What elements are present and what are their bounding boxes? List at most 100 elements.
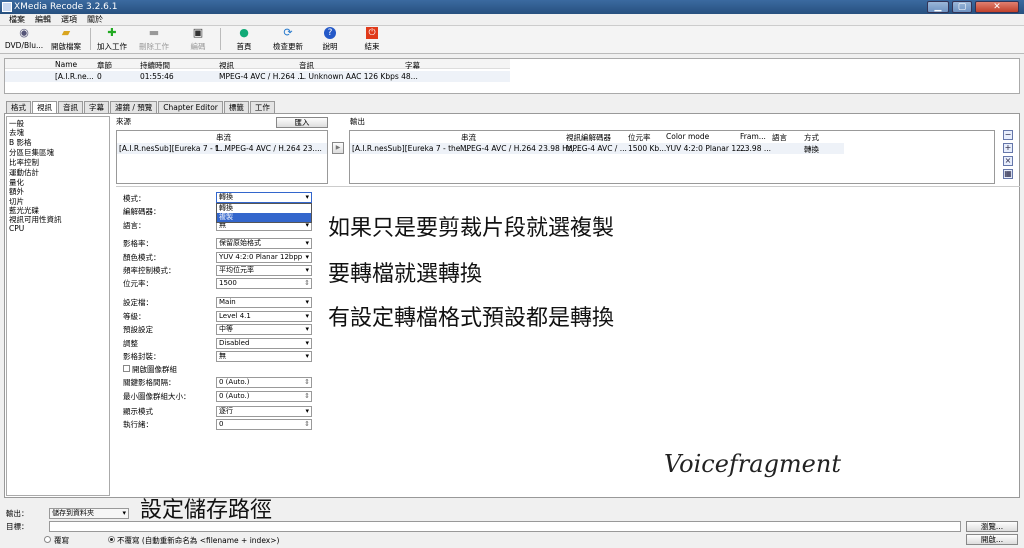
encode-icon: ▣ [192, 26, 204, 39]
tab-video[interactable]: 視訊 [32, 101, 57, 113]
output-label: 輸出 [350, 117, 365, 126]
color-mode-select[interactable]: YUV 4:2:0 Planar 12bpp [216, 252, 312, 263]
browse-button[interactable]: 瀏覽... [966, 521, 1018, 532]
tab-subtitle[interactable]: 字幕 [84, 101, 109, 113]
cell-duration: 01:55:46 [140, 72, 174, 81]
table-row[interactable]: [A.I.R.ne... 0 01:55:46 MPEG-4 AVC / H.2… [5, 71, 510, 82]
tune-label: 調整 [123, 339, 138, 348]
framerate-select[interactable]: 保留原始格式 [216, 238, 312, 249]
display-mode-select[interactable]: 逐行 [216, 406, 312, 417]
file-list[interactable]: Name 章節 持續時間 視訊 音訊 字幕 [A.I.R.ne... 0 01:… [4, 58, 1020, 94]
frame-packing-label: 影格封裝： [123, 352, 161, 361]
source-label: 來源 [116, 117, 131, 126]
menu-file[interactable]: 檔案 [4, 14, 30, 25]
menu-edit[interactable]: 編輯 [30, 14, 56, 25]
plus-icon: ✚ [107, 26, 117, 39]
radio-dot [110, 538, 113, 541]
tab-chapter-editor[interactable]: Chapter Editor [158, 101, 223, 113]
language-label: 語言： [123, 221, 146, 230]
menu-options[interactable]: 選項 [56, 14, 82, 25]
help-button[interactable]: ? 說明 [306, 27, 354, 53]
cell-audio: 1. Unknown AAC 126 Kbps 48... [299, 72, 418, 81]
profile-select[interactable]: Main [216, 297, 312, 308]
output-codec: MPEG-4 AVC / ... [566, 144, 627, 153]
open-file-button[interactable]: ▰ 開啟檔案 [42, 27, 90, 53]
list-item[interactable]: CPU [9, 224, 24, 233]
target-path-input[interactable] [49, 521, 961, 532]
column-header[interactable]: 音訊 [299, 60, 314, 71]
dvd-button[interactable]: ◉ DVD/Blu... [0, 27, 48, 53]
dropdown-option-copy[interactable]: 複製 [217, 213, 311, 222]
minus-icon[interactable]: − [1003, 130, 1013, 140]
tab-format[interactable]: 格式 [6, 101, 31, 113]
mode-select[interactable]: 轉換 [216, 192, 312, 203]
add-job-button[interactable]: ✚ 加入工作 [88, 27, 136, 53]
column-header[interactable]: 持續時間 [140, 60, 170, 71]
folder-icon: ▰ [61, 26, 71, 39]
frame-packing-select[interactable]: 無 [216, 351, 312, 362]
menu-bar: 檔案 編輯 選項 關於 [0, 14, 1024, 26]
app-icon [2, 2, 12, 12]
exit-button[interactable]: ⏻ 結束 [348, 27, 396, 53]
rate-control-select[interactable]: 平均位元率 [216, 265, 312, 276]
no-overwrite-label: 不覆寫 (自動重新命名為 <filename + index>) [117, 536, 280, 545]
profile-label: 設定檔： [123, 298, 153, 307]
column-header: 位元率 [628, 133, 651, 142]
threads-input[interactable]: 0 [216, 419, 312, 430]
bitrate-label: 位元率： [123, 279, 153, 288]
bitrate-input[interactable]: 1500 [216, 278, 312, 289]
refresh-icon: ⟳ [283, 26, 293, 39]
annotation-copy-tip: 如果只是要剪裁片段就選複製 [328, 216, 615, 241]
column-header[interactable]: 章節 [97, 60, 112, 71]
threads-label: 執行緒： [123, 420, 153, 429]
no-overwrite-radio[interactable] [108, 536, 115, 543]
keyint-input[interactable]: 0 (Auto.) [216, 377, 312, 388]
output-stream: MPEG-4 AVC / H.264 23.98 Hz,... [460, 144, 582, 153]
tab-filter-preview[interactable]: 濾鏡 / 預覽 [110, 101, 158, 113]
minimize-button[interactable]: ▁ [927, 1, 949, 13]
tab-audio[interactable]: 音訊 [58, 101, 83, 113]
column-header[interactable]: Name [55, 60, 77, 69]
home-button[interactable]: ● 首頁 [220, 27, 268, 53]
annotation-save-path: 設定儲存路徑 [140, 498, 273, 523]
close-button[interactable]: ✕ [975, 1, 1019, 13]
overwrite-radio[interactable] [44, 536, 51, 543]
source-file-name: [A.I.R.nesSub][Eureka 7 - t... [119, 144, 226, 153]
file-list-header [5, 59, 510, 69]
import-button[interactable]: 匯入 [276, 117, 328, 128]
encode-button[interactable]: ▣ 編碼 [174, 27, 222, 53]
menu-about[interactable]: 關於 [82, 14, 108, 25]
mode-dropdown-list[interactable]: 轉換 複製 [216, 203, 312, 223]
level-select[interactable]: Level 4.1 [216, 311, 312, 322]
keyint-label: 關鍵影格間隔： [123, 378, 176, 387]
tab-jobs[interactable]: 工作 [249, 101, 275, 113]
plus-icon[interactable]: + [1003, 143, 1013, 153]
column-header[interactable]: 視訊 [219, 60, 234, 71]
table-row[interactable]: [A.I.R.nesSub][Eureka 7 - the ... MPEG-4… [350, 143, 844, 154]
preset-select[interactable]: 中等 [216, 324, 312, 335]
annotation-default-tip: 有設定轉檔格式預設都是轉換 [328, 306, 615, 331]
output-file-name: [A.I.R.nesSub][Eureka 7 - the ... [352, 144, 470, 153]
dropdown-option-convert[interactable]: 轉換 [217, 204, 311, 213]
tab-tags[interactable]: 標籤 [223, 101, 249, 113]
output-mode-select[interactable]: 儲存到資料夾 [49, 508, 129, 519]
min-gop-input[interactable]: 0 (Auto.) [216, 391, 312, 402]
close-icon[interactable]: × [1003, 156, 1013, 166]
open-gop-checkbox[interactable] [123, 365, 130, 372]
column-header: 方式 [804, 133, 819, 142]
maximize-button[interactable]: ▢ [952, 1, 972, 13]
table-row[interactable]: [A.I.R.nesSub][Eureka 7 - t... 1. MPEG-4… [117, 143, 327, 154]
check-update-button[interactable]: ⟳ 檢查更新 [264, 27, 312, 53]
output-method: 轉換 [804, 145, 819, 154]
output-bitrate: 1500 Kb... [628, 144, 667, 153]
overwrite-label: 覆寫 [54, 536, 69, 545]
arrow-right-icon[interactable]: ▶ [332, 142, 344, 154]
tune-select[interactable]: Disabled [216, 338, 312, 349]
open-folder-button[interactable]: 開啟... [966, 534, 1018, 545]
grid-icon[interactable]: ▦ [1003, 169, 1013, 179]
remove-job-button[interactable]: ▬ 刪除工作 [130, 27, 178, 53]
column-header[interactable]: 字幕 [405, 60, 420, 71]
rate-control-label: 頻率控制模式： [123, 266, 176, 275]
tab-bar: 格式 視訊 音訊 字幕 濾鏡 / 預覽 Chapter Editor 標籤 工作 [6, 101, 276, 113]
output-mode-label: 輸出： [6, 509, 29, 518]
